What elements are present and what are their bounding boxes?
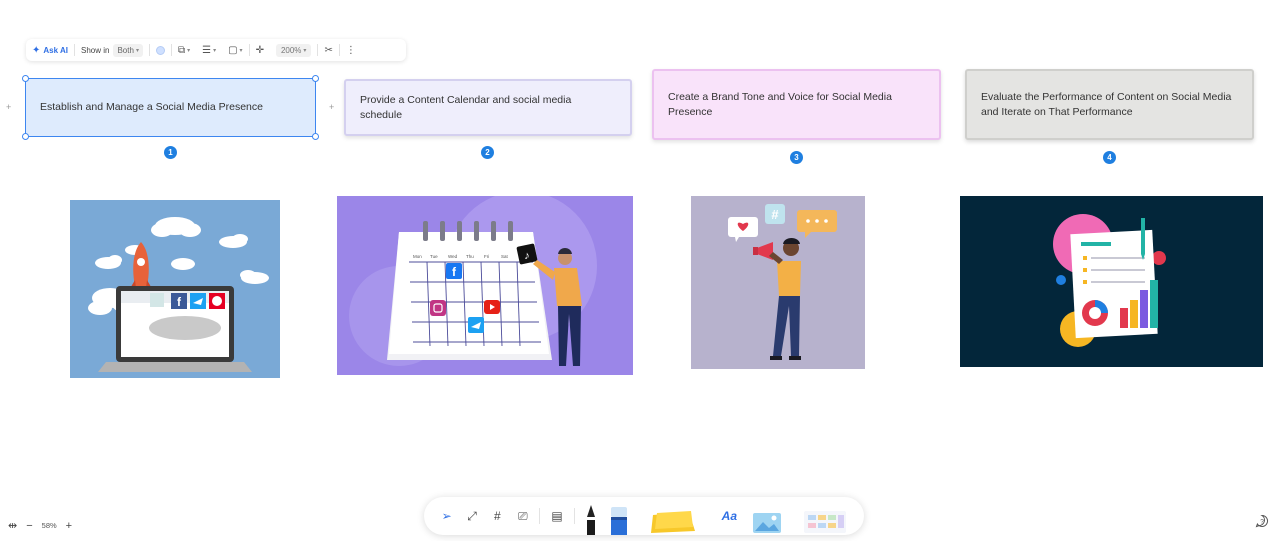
show-in-value: Both: [117, 45, 134, 55]
duplicate-icon: ⧉: [177, 44, 186, 56]
step-badge-2: 2: [481, 146, 494, 159]
zoom-value: 200%: [280, 45, 302, 55]
frame-icon: #: [494, 509, 501, 523]
bottom-toolbar: ➢ ⤢ # ⎚ ▤ Aa: [424, 497, 864, 535]
floating-toolbar: ✦ Ask AI Show in Both ▾ ⧉ ▾ ☰ ▾ ▢ ▾ ✛ 20…: [26, 39, 406, 61]
crosshair-icon: ✛: [255, 44, 264, 56]
shape-button[interactable]: ▢ ▾: [222, 39, 248, 61]
content-calendar-illustration[interactable]: Mon Tue Wed Thu Fri Sat f ♪: [337, 196, 633, 375]
step-card-text: Create a Brand Tone and Voice for Social…: [668, 90, 892, 118]
note-icon: ▤: [551, 509, 563, 523]
step-badge-3: 3: [790, 151, 803, 164]
sticky-note-tool-button[interactable]: [649, 497, 697, 535]
sticky-note-icon: [650, 511, 695, 533]
frame-tool-button[interactable]: #: [485, 497, 510, 535]
step-card-2[interactable]: Provide a Content Calendar and social me…: [344, 79, 632, 136]
fill-color-swatch: [155, 45, 165, 55]
add-right-icon[interactable]: +: [329, 102, 334, 112]
scissors-icon: ✂: [324, 44, 333, 56]
step-card-3[interactable]: Create a Brand Tone and Voice for Social…: [652, 69, 941, 140]
calendar-day-label: Sat: [501, 254, 509, 259]
ask-ai-button[interactable]: ✦ Ask AI: [26, 39, 74, 61]
zoom-percent: 58%: [41, 521, 57, 530]
align-icon: ☰: [202, 44, 212, 56]
pen-icon: [586, 505, 595, 535]
brand-voice-illustration[interactable]: #: [691, 196, 865, 369]
performance-report-illustration[interactable]: [960, 196, 1263, 367]
resize-handle-bottom-right[interactable]: [312, 133, 319, 140]
presentation-icon: ⎚: [517, 508, 528, 523]
step-card-text: Evaluate the Performance of Content on S…: [981, 90, 1232, 118]
connector-tool-button[interactable]: ⤢: [459, 497, 484, 535]
presentation-tool-button[interactable]: ⎚: [510, 497, 535, 535]
calendar-day-label: Tue: [430, 254, 438, 259]
resize-handle-bottom-left[interactable]: [22, 133, 29, 140]
minus-icon[interactable]: −: [26, 520, 32, 532]
zoom-select[interactable]: 200% ▾: [270, 39, 317, 61]
image-icon: [753, 513, 782, 533]
chevron-down-icon: ▾: [239, 47, 243, 54]
align-button[interactable]: ☰ ▾: [196, 39, 222, 61]
pointer-icon: ➢: [441, 509, 452, 523]
calendar-day-label: Wed: [448, 254, 458, 259]
resize-handle-top-right[interactable]: [312, 75, 319, 82]
whiteboard-canvas[interactable]: ✦ Ask AI Show in Both ▾ ⧉ ▾ ☰ ▾ ▢ ▾ ✛ 20…: [0, 0, 1280, 541]
resize-handle-top-left[interactable]: [22, 75, 29, 82]
note-tool-button[interactable]: ▤: [544, 497, 569, 535]
fill-color-button[interactable]: [150, 39, 171, 61]
shape-icon: ▢: [228, 44, 238, 56]
svg-text:?: ?: [1260, 519, 1264, 526]
step-badge-4: 4: [1103, 151, 1116, 164]
toolbar-divider: [539, 508, 541, 524]
rocket-laptop-illustration[interactable]: f: [70, 200, 280, 378]
show-in-control: Show in Both ▾: [75, 39, 149, 61]
svg-text:#: #: [771, 207, 779, 222]
zoom-control: ⇹ − 58% +: [8, 519, 72, 533]
chevron-down-icon: ▾: [303, 47, 307, 54]
toolbar-divider: [573, 508, 575, 524]
svg-text:♪: ♪: [524, 250, 530, 262]
sparkle-icon: ✦: [32, 44, 41, 56]
template-icon: [804, 511, 847, 533]
more-icon: ⋮: [345, 44, 356, 56]
step-card-text: Establish and Manage a Social Media Pres…: [40, 101, 263, 113]
calendar-day-label: Thu: [466, 254, 474, 259]
template-tool-button[interactable]: [802, 497, 848, 535]
step-card-1[interactable]: Establish and Manage a Social Media Pres…: [25, 78, 316, 137]
fit-icon[interactable]: ⇹: [8, 519, 17, 532]
cut-button[interactable]: ✂: [318, 39, 338, 61]
chevron-down-icon: ▾: [135, 47, 139, 54]
image-tool-button[interactable]: [752, 497, 782, 535]
help-button[interactable]: ?: [1255, 514, 1269, 528]
ask-ai-label: Ask AI: [43, 45, 68, 55]
pen-tool-button[interactable]: [585, 497, 597, 535]
help-icon: ?: [1255, 514, 1268, 528]
step-badge-1: 1: [164, 146, 177, 159]
calendar-day-label: Mon: [413, 254, 422, 259]
text-tool-button[interactable]: Aa: [717, 497, 742, 535]
plus-icon[interactable]: +: [66, 520, 72, 532]
show-in-select[interactable]: Both ▾: [113, 43, 143, 57]
step-card-text: Provide a Content Calendar and social me…: [360, 93, 572, 121]
add-left-icon[interactable]: +: [6, 102, 11, 112]
connector-icon: ⤢: [467, 508, 477, 523]
duplicate-button[interactable]: ⧉ ▾: [172, 39, 196, 61]
marker-icon: [610, 507, 627, 535]
step-card-4[interactable]: Evaluate the Performance of Content on S…: [965, 69, 1254, 140]
chevron-down-icon: ▾: [187, 47, 191, 54]
marker-tool-button[interactable]: [609, 497, 629, 535]
text-icon: Aa: [721, 509, 738, 523]
more-button[interactable]: ⋮: [340, 39, 362, 61]
calendar-day-label: Fri: [484, 254, 489, 259]
crosshair-button[interactable]: ✛: [250, 39, 270, 61]
select-tool-button[interactable]: ➢: [434, 497, 459, 535]
chevron-down-icon: ▾: [213, 47, 217, 54]
show-in-label: Show in: [81, 45, 110, 55]
